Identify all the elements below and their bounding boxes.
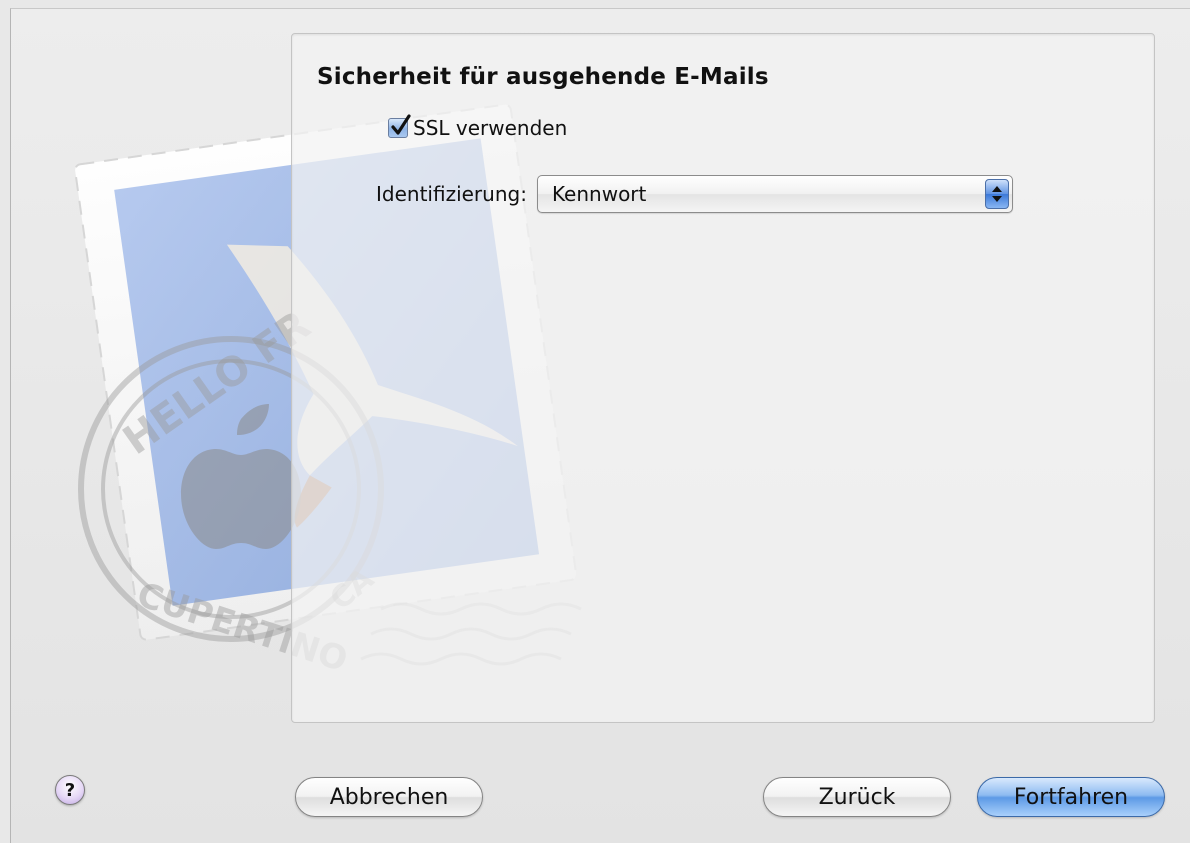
ssl-checkbox-label: SSL verwenden <box>413 116 568 140</box>
question-icon: ? <box>64 779 76 801</box>
authentication-popup-value: Kennwort <box>551 182 647 206</box>
cancel-button[interactable]: Abbrechen <box>295 777 483 817</box>
up-down-arrows-icon <box>984 179 1009 209</box>
assistant-window: HELLO FR CUPERTINO CA Sicherheit für aus… <box>10 8 1190 843</box>
content-panel: Sicherheit für ausgehende E-Mails SSL ve… <box>291 33 1155 723</box>
ssl-checkbox-row[interactable]: SSL verwenden <box>388 114 567 142</box>
continue-button[interactable]: Fortfahren <box>977 777 1165 817</box>
authentication-popup[interactable]: Kennwort <box>536 175 1013 213</box>
back-button[interactable]: Zurück <box>763 777 951 817</box>
authentication-row: Identifizierung: Kennwort <box>376 174 1013 214</box>
ssl-checkbox[interactable] <box>388 114 411 138</box>
authentication-label: Identifizierung: <box>376 182 527 206</box>
help-button[interactable]: ? <box>55 775 85 805</box>
checkmark-icon <box>391 114 411 135</box>
section-title: Sicherheit für ausgehende E-Mails <box>317 64 769 90</box>
